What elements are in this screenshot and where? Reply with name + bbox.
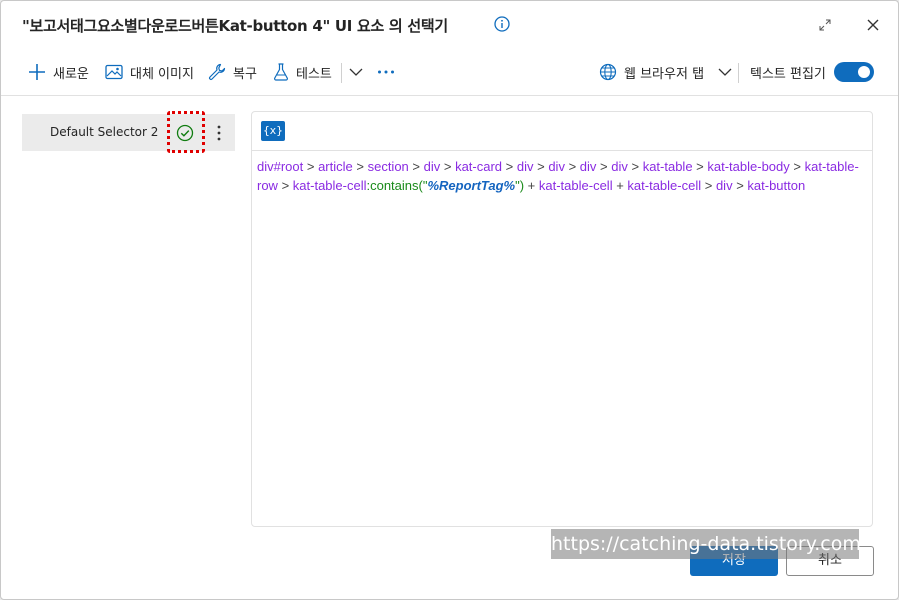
selector-token: > <box>352 159 368 174</box>
globe-icon <box>599 63 617 81</box>
replace-image-label: 대체 이미지 <box>130 66 194 82</box>
selector-token: kat-table <box>642 159 693 174</box>
selector-token: kat-table-cell <box>538 177 613 193</box>
selector-token: div <box>715 177 733 193</box>
selector-token: > <box>533 159 549 174</box>
repair-label: 복구 <box>233 66 257 82</box>
browser-tab-dropdown[interactable]: 웹 브라우저 탭 <box>599 49 739 95</box>
chevron-down-icon <box>718 68 732 76</box>
watermark: https://catching-data.tistory.com <box>551 529 861 559</box>
more-vertical-icon[interactable] <box>217 124 221 142</box>
selector-token: div <box>611 159 628 174</box>
test-label: 테스트 <box>296 66 332 82</box>
editor-toolbar: {x} <box>252 112 872 151</box>
selector-token: > <box>596 159 612 174</box>
selector-token: div <box>548 159 565 174</box>
selector-token: kat-table-cell <box>627 177 702 193</box>
selector-token: > <box>701 177 716 193</box>
selector-token: kat-table-body <box>707 159 790 174</box>
selector-token: div <box>579 159 597 174</box>
close-icon[interactable] <box>866 17 880 31</box>
selector-dialog: "보고서태그요소별다운로드버튼Kat-button 4" UI 요소 의 선택기… <box>0 0 899 600</box>
chevron-down-icon <box>349 68 363 76</box>
wrench-icon <box>209 63 226 80</box>
selector-token: > <box>408 159 424 174</box>
new-label: 새로운 <box>53 66 89 82</box>
selector-label: Default Selector 2 <box>50 125 159 139</box>
selector-token: kat-button <box>747 177 806 193</box>
selector-token: + <box>524 177 539 193</box>
selector-token: :contains(" <box>366 177 428 193</box>
toolbar-divider <box>341 63 342 83</box>
selector-token: > <box>277 177 293 193</box>
selector-token: %ReportTag% <box>427 177 516 193</box>
selector-token: ") <box>515 177 525 193</box>
text-editor-label: 텍스트 편집기 <box>750 66 826 82</box>
flask-icon <box>274 63 288 81</box>
selector-token: > <box>502 159 517 174</box>
expand-icon[interactable] <box>818 17 832 31</box>
selector-token: > <box>692 159 708 174</box>
plus-icon <box>29 64 45 80</box>
selector-editor: {x} div#root > article > section > div >… <box>251 111 873 527</box>
image-icon <box>105 64 123 80</box>
toolbar: 새로운 대체 이미지 복구 테스트 웹 브라우저 탭 텍스트 편집기 <box>1 49 898 96</box>
selector-token: > <box>440 159 456 174</box>
selector-token: > <box>627 159 643 174</box>
text-editor-label-wrap: 텍스트 편집기 <box>750 49 826 95</box>
selector-token: article <box>318 159 353 174</box>
selector-token: > <box>789 159 805 174</box>
dialog-title: "보고서태그요소별다운로드버튼Kat-button 4" UI 요소 의 선택기 <box>22 17 448 35</box>
more-horizontal-icon <box>378 70 394 74</box>
title-bar: "보고서태그요소별다운로드버튼Kat-button 4" UI 요소 의 선택기 <box>1 1 898 49</box>
toggle-knob <box>858 66 870 78</box>
info-icon[interactable] <box>494 16 510 32</box>
selector-token: section <box>367 159 409 174</box>
selector-token: div#root <box>257 159 304 174</box>
more-options-button[interactable] <box>377 49 402 95</box>
repair-button[interactable]: 복구 <box>208 49 257 95</box>
selector-token: > <box>303 159 319 174</box>
check-circle-icon <box>176 124 194 142</box>
selector-code[interactable]: div#root > article > section > div > kat… <box>257 158 862 195</box>
browser-tab-label: 웹 브라우저 탭 <box>624 66 705 82</box>
test-dropdown-button[interactable] <box>349 49 370 95</box>
toolbar-divider <box>738 63 739 83</box>
text-editor-toggle[interactable] <box>834 62 874 82</box>
new-button[interactable]: 새로운 <box>28 49 89 95</box>
selector-token: div <box>516 159 534 174</box>
test-button[interactable]: 테스트 <box>273 49 332 95</box>
selector-token: > <box>732 177 748 193</box>
selector-token: kat-card <box>455 159 503 174</box>
insert-variable-button[interactable]: {x} <box>261 121 285 141</box>
selector-token: kat-table-cell <box>292 177 367 193</box>
selector-token: div <box>423 159 441 174</box>
replace-image-button[interactable]: 대체 이미지 <box>105 49 194 95</box>
selector-token: > <box>564 159 580 174</box>
selector-token: + <box>612 177 628 193</box>
